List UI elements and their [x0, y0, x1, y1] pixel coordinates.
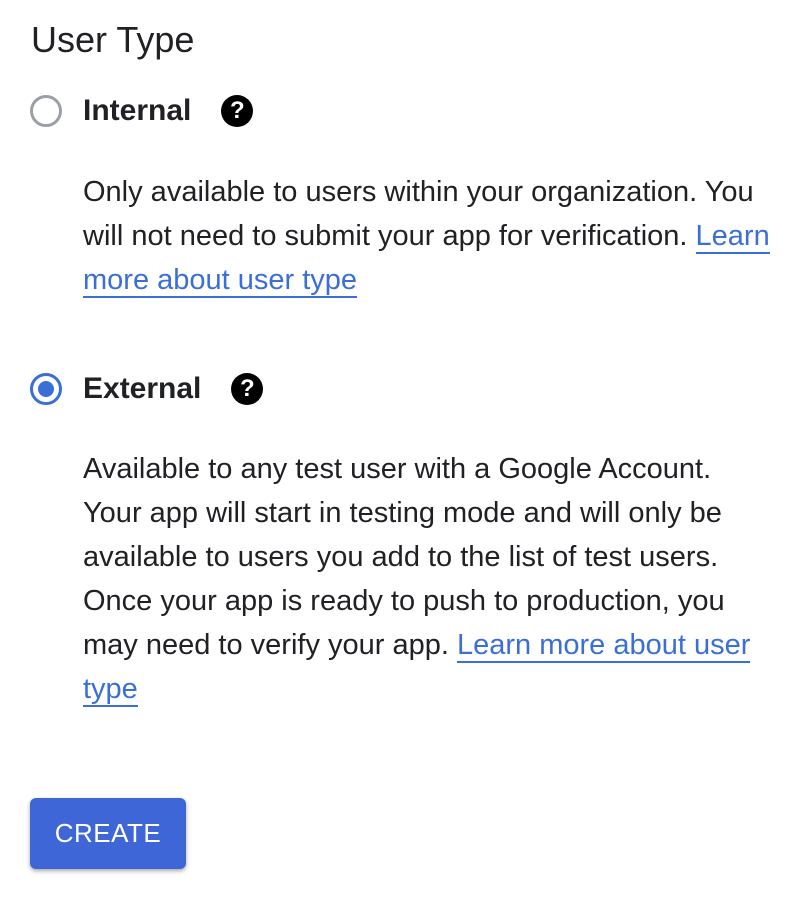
internal-description: Only available to users within your orga… [83, 170, 773, 302]
external-description: Available to any test user with a Google… [83, 447, 773, 711]
section-title: User Type [31, 19, 195, 60]
radio-option-internal[interactable]: Internal ? [30, 91, 254, 131]
internal-radio-button[interactable] [30, 95, 62, 127]
create-button[interactable]: CREATE [30, 798, 186, 869]
radio-option-external[interactable]: External ? [30, 369, 264, 409]
internal-option-label: Internal [83, 94, 192, 127]
external-option-label: External [83, 372, 202, 405]
internal-description-text: Only available to users within your orga… [83, 176, 754, 252]
external-radio-button[interactable] [30, 373, 62, 405]
help-circle-icon[interactable]: ? [221, 95, 254, 127]
help-circle-icon[interactable]: ? [231, 373, 264, 405]
